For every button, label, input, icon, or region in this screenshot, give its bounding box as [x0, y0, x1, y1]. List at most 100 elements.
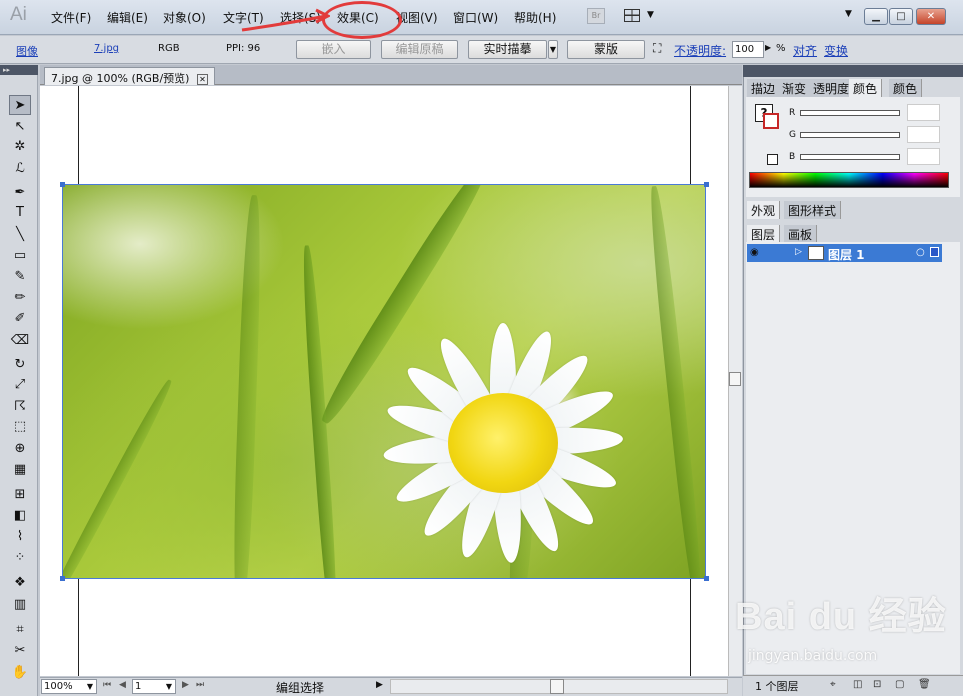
blob-brush-tool-icon[interactable]: ✐	[9, 309, 31, 329]
selection-handle[interactable]	[704, 576, 709, 581]
right-panel-header[interactable]	[743, 65, 963, 77]
close-icon: ✕	[926, 11, 936, 22]
status-menu-icon[interactable]: ▶	[376, 680, 383, 690]
first-page-icon[interactable]: ⏮	[103, 680, 111, 690]
layer-name[interactable]: 图层 1	[828, 246, 865, 263]
tab-stroke[interactable]: 描边	[747, 79, 781, 97]
close-window-button[interactable]: ✕	[916, 8, 946, 25]
mask-button[interactable]: 蒙版	[567, 40, 645, 59]
pencil-tool-icon[interactable]: ✏	[9, 288, 31, 308]
next-page-icon[interactable]: ▶	[182, 680, 189, 690]
target-circle-icon[interactable]: ○	[916, 247, 925, 258]
new-sublayer-icon[interactable]: ⊡	[873, 679, 881, 690]
rotate-tool-icon[interactable]: ↻	[9, 355, 31, 375]
column-graph-tool-icon[interactable]: ▥	[9, 595, 31, 615]
color-spectrum[interactable]	[749, 172, 949, 188]
gradient-tool-icon[interactable]: ◧	[9, 506, 31, 526]
maximize-button[interactable]: □	[889, 8, 913, 25]
embed-button[interactable]: 嵌入	[296, 40, 371, 59]
tab-graphic-styles[interactable]: 图形样式	[784, 201, 842, 219]
crop-icon[interactable]: ⛶	[653, 41, 661, 56]
selection-handle[interactable]	[704, 182, 709, 187]
lasso-tool-icon[interactable]: ℒ	[9, 159, 31, 179]
selection-handle[interactable]	[60, 576, 65, 581]
transform-link[interactable]: 变换	[824, 42, 848, 59]
visibility-eye-icon[interactable]: ◉	[750, 247, 759, 258]
clipping-mask-icon[interactable]: ◫	[853, 679, 862, 690]
edit-original-button[interactable]: 编辑原稿	[381, 40, 458, 59]
slice-tool-icon[interactable]: ✂	[9, 641, 31, 661]
menu-edit[interactable]: 编辑(E)	[107, 9, 148, 26]
status-text[interactable]: 编组选择	[276, 679, 324, 696]
default-colors-icon[interactable]	[767, 154, 778, 165]
magic-wand-tool-icon[interactable]: ✲	[9, 137, 31, 157]
tab-color[interactable]: 颜色	[849, 79, 883, 97]
workspace-dropdown-icon[interactable]: ▼	[845, 9, 852, 19]
live-trace-button[interactable]: 实时描摹	[468, 40, 547, 59]
expand-layer-icon[interactable]: ▷	[795, 247, 802, 257]
file-link[interactable]: 7.jpg	[94, 43, 119, 54]
page-select[interactable]: 1 ▼	[132, 679, 176, 694]
stroke-swatch-icon[interactable]	[763, 113, 779, 129]
tab-gradient[interactable]: 渐变	[778, 79, 812, 97]
tab-appearance[interactable]: 外观	[747, 201, 781, 219]
placed-image-daisy[interactable]	[62, 184, 706, 579]
r-slider[interactable]	[800, 110, 900, 116]
mesh-tool-icon[interactable]: ⊞	[9, 485, 31, 505]
live-trace-options-icon[interactable]: ▼	[548, 40, 558, 59]
menu-object[interactable]: 对象(O)	[163, 9, 206, 26]
eraser-tool-icon[interactable]: ⌫	[9, 331, 31, 351]
warp-tool-icon[interactable]: ☈	[9, 397, 31, 417]
menu-help[interactable]: 帮助(H)	[514, 9, 556, 26]
tab-transparency[interactable]: 透明度	[809, 79, 855, 97]
paintbrush-tool-icon[interactable]: ✎	[9, 267, 31, 287]
bridge-button[interactable]: Br	[587, 8, 605, 24]
locate-object-icon[interactable]: ⌖	[830, 679, 836, 690]
new-layer-icon[interactable]: ▢	[895, 679, 904, 690]
previous-page-icon[interactable]: ◀	[119, 680, 126, 690]
tab-artboards[interactable]: 画板	[784, 225, 818, 243]
last-page-icon[interactable]: ⏭	[196, 680, 204, 690]
g-value-input[interactable]	[907, 126, 940, 143]
tab-layers[interactable]: 图层	[747, 225, 781, 243]
type-tool-icon[interactable]: T	[9, 203, 31, 223]
menu-file[interactable]: 文件(F)	[51, 9, 91, 26]
opacity-arrow-icon[interactable]: ▶	[765, 43, 771, 52]
menu-view[interactable]: 视图(V)	[396, 9, 438, 26]
panel-collapse-icon[interactable]: ▸▸	[0, 65, 38, 75]
blend-tool-icon[interactable]: ⁘	[9, 548, 31, 568]
align-link[interactable]: 对齐	[793, 42, 817, 59]
b-slider[interactable]	[800, 154, 900, 160]
document-tab[interactable]: 7.jpg @ 100% (RGB/预览) ✕	[44, 67, 215, 85]
selection-square-icon[interactable]	[930, 247, 939, 257]
direct-selection-tool-icon[interactable]: ↖	[9, 117, 31, 137]
artboard-tool-icon[interactable]: ⌗	[9, 620, 31, 640]
shape-builder-tool-icon[interactable]: ⊕	[9, 439, 31, 459]
perspective-grid-tool-icon[interactable]: ▦	[9, 460, 31, 480]
opacity-label[interactable]: 不透明度:	[674, 42, 726, 59]
selection-tool-icon[interactable]: ➤	[9, 95, 31, 115]
object-type-link[interactable]: 图像	[16, 43, 38, 59]
delete-layer-icon[interactable]: 🗑	[918, 679, 931, 690]
arrange-documents-button[interactable]: ▼	[622, 7, 656, 25]
vertical-scroll-thumb[interactable]	[729, 372, 741, 386]
tab-color-guide[interactable]: 颜色	[889, 79, 923, 97]
horizontal-scroll-thumb[interactable]	[550, 679, 564, 694]
g-slider[interactable]	[800, 132, 900, 138]
rectangle-tool-icon[interactable]: ▭	[9, 246, 31, 266]
pen-tool-icon[interactable]: ✒	[9, 183, 31, 203]
menu-window[interactable]: 窗口(W)	[453, 9, 498, 26]
scale-tool-icon[interactable]: ⤢	[9, 375, 31, 395]
symbol-sprayer-tool-icon[interactable]: ❖	[9, 573, 31, 593]
opacity-input[interactable]: 100	[732, 41, 764, 58]
r-value-input[interactable]	[907, 104, 940, 121]
close-tab-icon[interactable]: ✕	[196, 73, 208, 85]
line-tool-icon[interactable]: ╲	[9, 225, 31, 245]
hand-tool-icon[interactable]: ✋	[9, 663, 31, 683]
b-value-input[interactable]	[907, 148, 940, 165]
minimize-button[interactable]: ▁	[864, 8, 888, 25]
zoom-select[interactable]: 100% ▼	[41, 679, 97, 694]
selection-handle[interactable]	[60, 182, 65, 187]
eyedropper-tool-icon[interactable]: ⌇	[9, 527, 31, 547]
free-transform-tool-icon[interactable]: ⬚	[9, 417, 31, 437]
